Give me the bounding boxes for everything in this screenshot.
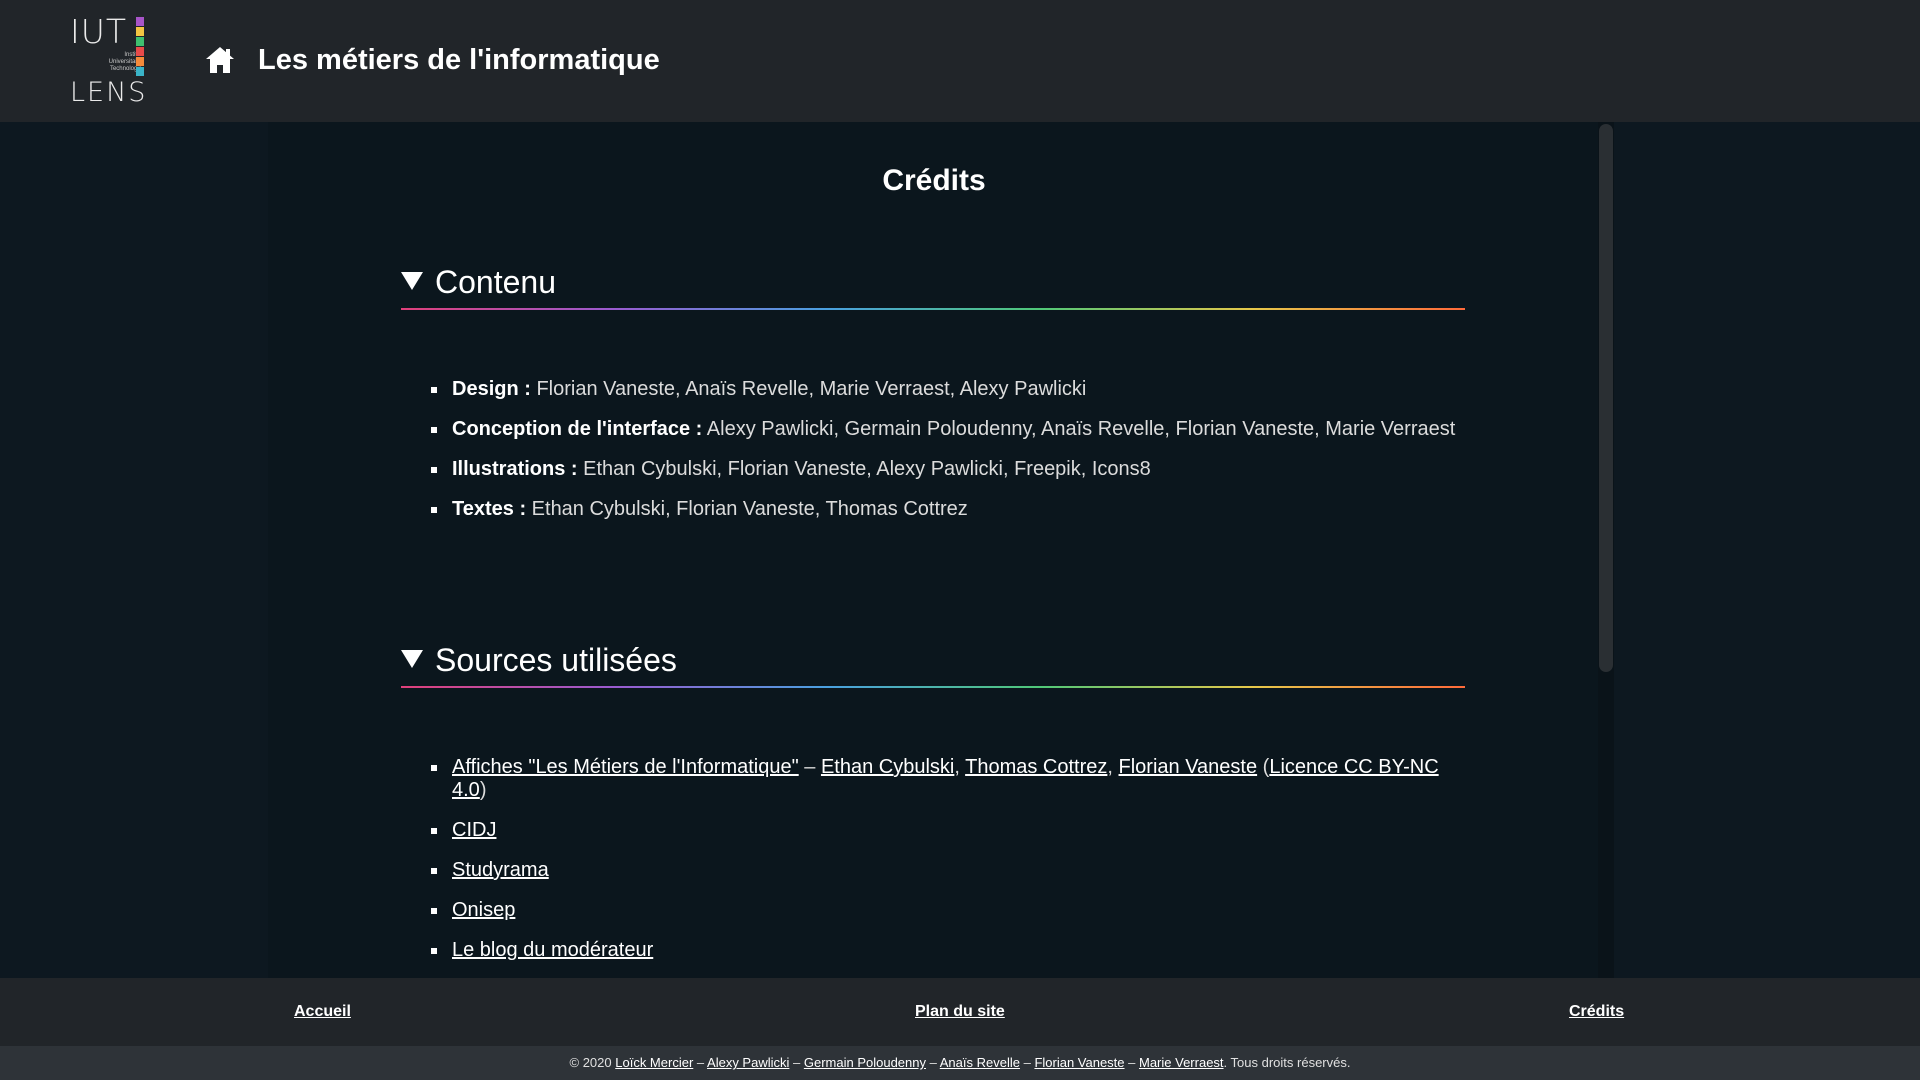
logo-bar [136,47,144,56]
separator-text: – [693,1055,708,1070]
item-text: Ethan Cybulski, Florian Vaneste, Alexy P… [577,458,1151,480]
logo-bar [136,17,144,26]
list-item: Design : Florian Vaneste, Anaïs Revelle,… [401,378,1465,401]
separator-text: ) [479,779,487,801]
footer-link-credits[interactable]: Crédits [1569,1002,1624,1022]
item-text: Florian Vaneste, Anaïs Revelle, Marie Ve… [530,378,1087,400]
section-sources: Sources utilisées Affiches "Les Métiers … [401,640,1465,961]
list-item: CIDJ [401,819,1465,842]
author-link[interactable]: Thomas Cottrez [965,756,1107,778]
expanded-triangle-icon [401,650,423,668]
iut-lens-logo[interactable]: IUT Institut Universitaire Technologie L… [70,12,150,108]
separator-text: , [954,756,966,778]
item-text: Alexy Pawlicki, Germain Poloudenny, Anaï… [702,418,1456,440]
list-item: Onisep [401,899,1465,922]
list-item: Textes : Ethan Cybulski, Florian Vaneste… [401,498,1465,521]
separator-text: , [1107,756,1119,778]
logo-subtitle: Institut Universitaire Technologie [92,52,142,73]
logo-bar [136,37,144,46]
item-label: Illustrations : [452,458,578,480]
site-header: IUT Institut Universitaire Technologie L… [0,0,1920,122]
separator-text: – [1019,1055,1035,1070]
rainbow-divider [401,308,1465,310]
item-label: Design : [452,378,531,400]
separator-text: ( [1257,756,1270,778]
main-content: Crédits Contenu Design : Florian Vaneste… [268,122,1600,978]
item-label: Textes : [452,498,527,520]
list-item: Affiches "Les Métiers de l'Informatique"… [401,756,1465,802]
author-link[interactable]: Ethan Cybulski [821,756,954,778]
author-link[interactable]: Marie Verraest [1139,1055,1224,1070]
author-link[interactable]: Florian Vaneste [1034,1055,1124,1070]
source-link-posters[interactable]: Affiches "Les Métiers de l'Informatique" [452,756,799,778]
section-contenu: Contenu Design : Florian Vaneste, Anaïs … [401,262,1465,520]
list-item: Le blog du modérateur [401,939,1465,962]
item-text: Ethan Cybulski, Florian Vaneste, Thomas … [526,498,968,520]
logo-text-iut: IUT [70,12,128,51]
source-link-blog[interactable]: Le blog du modérateur [452,939,653,961]
section-toggle-sources[interactable]: Sources utilisées [401,640,1465,690]
logo-text-lens: LENS [70,77,148,108]
logo-bar [136,67,144,76]
author-link[interactable]: Germain Poloudenny [804,1055,926,1070]
separator-text: – [798,756,821,778]
sources-list: Affiches "Les Métiers de l'Informatique"… [401,756,1465,962]
separator-text: – [1124,1055,1139,1070]
rainbow-divider [401,686,1465,688]
item-label: Conception de l'interface : [452,418,703,440]
home-button[interactable] [204,44,236,76]
footer-link-accueil[interactable]: Accueil [294,1002,351,1022]
credits-list: Design : Florian Vaneste, Anaïs Revelle,… [401,378,1465,521]
author-link[interactable]: Anaïs Revelle [940,1055,1020,1070]
logo-color-bars [136,17,144,77]
logo-sub-line: Institut [124,52,142,58]
house-icon [206,47,234,73]
expanded-triangle-icon [401,272,423,290]
author-link[interactable]: Alexy Pawlicki [707,1055,789,1070]
logo-sub-line: Technologie [109,66,142,72]
source-link-studyrama[interactable]: Studyrama [452,859,549,881]
scrollbar-thumb[interactable] [1599,124,1613,672]
author-link[interactable]: Florian Vaneste [1119,756,1258,778]
logo-bar [136,27,144,36]
copyright-suffix: . Tous droits réservés. [1223,1055,1351,1070]
source-link-cidj[interactable]: CIDJ [452,819,496,841]
list-item: Studyrama [401,859,1465,882]
copyright-prefix: © 2020 [569,1055,616,1070]
page-title: Crédits [882,164,986,197]
logo-sub-line: Universitaire [108,59,142,65]
list-item: Illustrations : Ethan Cybulski, Florian … [401,458,1465,481]
section-heading: Sources utilisées [435,642,677,678]
section-heading: Contenu [435,264,556,300]
logo-bar [136,57,144,66]
section-toggle-contenu[interactable]: Contenu [401,262,1465,312]
source-link-onisep[interactable]: Onisep [452,899,515,921]
separator-text: – [789,1055,804,1070]
site-title: Les métiers de l'informatique [258,44,660,76]
list-item: Conception de l'interface : Alexy Pawlic… [401,418,1465,441]
separator-text: – [926,1055,940,1070]
footer-nav: Accueil Plan du site Crédits [0,978,1920,1046]
author-link[interactable]: Loïck Mercier [615,1055,693,1070]
footer-copyright: © 2020 Loïck Mercier – Alexy Pawlicki – … [0,1046,1920,1080]
footer-link-plan-du-site[interactable]: Plan du site [915,1002,1005,1022]
